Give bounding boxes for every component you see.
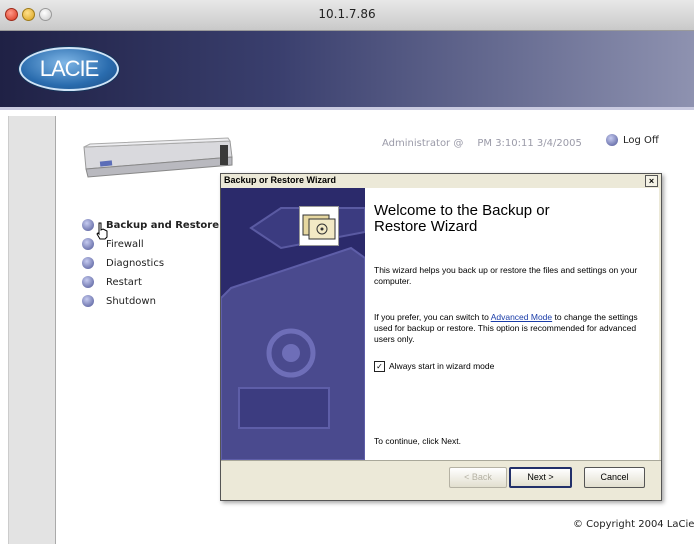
log-off-label: Log Off	[623, 135, 659, 146]
wizard-side-graphic	[221, 188, 365, 460]
menu-item-diagnostics[interactable]: Diagnostics	[82, 257, 219, 276]
menu-item-restart[interactable]: Restart	[82, 276, 219, 295]
window-titlebar: 10.1.7.86	[0, 0, 694, 31]
menu-bullet-icon	[82, 238, 94, 250]
menu-item-label: Shutdown	[106, 296, 156, 307]
continue-hint: To continue, click Next.	[374, 436, 461, 446]
advanced-note-before: If you prefer, you can switch to	[374, 312, 491, 322]
left-gutter	[8, 116, 56, 544]
wizard-content: Welcome to the Backup or Restore Wizard …	[365, 188, 659, 460]
log-off-link[interactable]: Log Off	[606, 134, 659, 146]
menu-bullet-icon	[82, 219, 94, 231]
dialog-divider	[221, 460, 661, 461]
menu-bullet-icon	[82, 257, 94, 269]
checkbox-checked-icon[interactable]: ✓	[374, 361, 385, 373]
copyright-text: © Copyright 2004 LaCie	[573, 519, 694, 530]
menu-item-label: Firewall	[106, 239, 144, 250]
menu-item-label: Restart	[106, 277, 142, 288]
window-title: 10.1.7.86	[318, 7, 376, 21]
admin-user: Administrator @	[382, 138, 464, 149]
nas-device-image	[83, 137, 233, 178]
header-banner: LACIE	[0, 31, 694, 110]
logo-text: LACIE	[39, 56, 100, 81]
wizard-mode-checkbox[interactable]: ✓ Always start in wizard mode	[374, 361, 495, 373]
dialog-titlebar: Backup or Restore Wizard ×	[221, 174, 661, 188]
menu-bullet-icon	[82, 276, 94, 288]
wizard-advanced-note: If you prefer, you can switch to Advance…	[374, 312, 649, 345]
menu-item-shutdown[interactable]: Shutdown	[82, 295, 219, 314]
log-off-icon	[606, 134, 618, 146]
wizard-icon	[299, 206, 339, 246]
checkbox-label: Always start in wizard mode	[389, 361, 495, 371]
next-button[interactable]: Next >	[509, 467, 572, 488]
advanced-mode-link[interactable]: Advanced Mode	[491, 312, 552, 322]
session-status: Administrator @ PM 3:10:11 3/4/2005	[382, 138, 582, 149]
menu-item-label: Backup and Restore	[106, 220, 220, 231]
hand-cursor-icon	[96, 222, 108, 240]
lacie-logo: LACIE	[19, 47, 119, 91]
session-time: PM 3:10:11 3/4/2005	[477, 138, 582, 149]
backup-restore-wizard-dialog: Backup or Restore Wizard × Welcome to th…	[220, 173, 662, 501]
menu-item-firewall[interactable]: Firewall	[82, 238, 219, 257]
dialog-title: Backup or Restore Wizard	[224, 175, 336, 185]
wizard-description: This wizard helps you back up or restore…	[374, 265, 638, 286]
menu-bullet-icon	[82, 295, 94, 307]
dialog-close-button[interactable]: ×	[645, 175, 658, 187]
wizard-banner-art	[221, 188, 365, 460]
wizard-heading: Welcome to the Backup or Restore Wizard	[374, 202, 550, 235]
cancel-button[interactable]: Cancel	[584, 467, 645, 488]
back-button[interactable]: < Back	[449, 467, 507, 488]
menu-item-label: Diagnostics	[106, 258, 165, 269]
